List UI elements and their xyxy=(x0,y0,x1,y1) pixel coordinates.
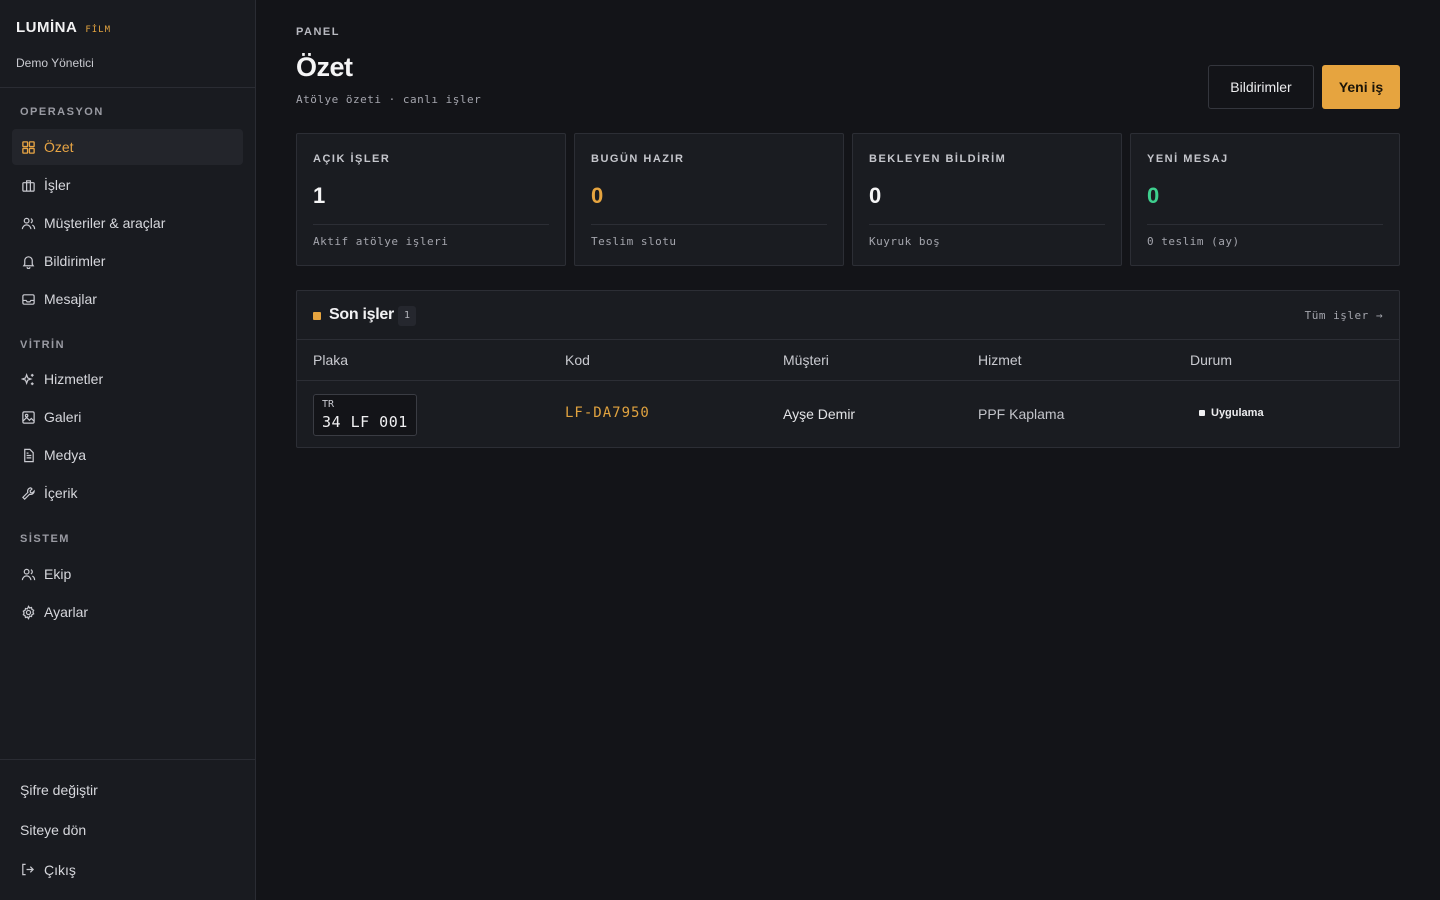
logout-button[interactable]: Çıkış xyxy=(12,854,243,886)
dashboard-icon xyxy=(20,139,36,155)
status-label: Uygulama xyxy=(1211,407,1264,419)
sidebar-item-hizmetler[interactable]: Hizmetler xyxy=(12,361,243,397)
stat-note: Teslim slotu xyxy=(591,235,677,248)
plate-country: TR xyxy=(322,399,335,410)
sidebar-item-label: Özet xyxy=(44,139,74,155)
stat-divider xyxy=(1147,224,1383,225)
sidebar-item-galeri[interactable]: Galeri xyxy=(12,399,243,435)
customer-name: Ayşe Demir xyxy=(783,406,856,422)
stat-label: YENİ MESAJ xyxy=(1147,153,1229,165)
users-icon xyxy=(20,215,36,231)
sidebar-item-isler[interactable]: İşler xyxy=(12,167,243,203)
user-name: Demo Yönetici xyxy=(16,56,94,70)
stat-label: BUGÜN HAZIR xyxy=(591,153,685,165)
job-code-link[interactable]: LF-DA7950 xyxy=(565,405,650,421)
stat-value: 0 xyxy=(591,183,604,208)
image-icon xyxy=(20,409,36,425)
section-label-operasyon: OPERASYON xyxy=(20,106,104,118)
column-header-code[interactable]: Kod xyxy=(565,352,590,368)
license-plate: TR 34 LF 001 xyxy=(313,394,417,436)
sidebar-item-musteriler[interactable]: Müşteriler & araçlar xyxy=(12,205,243,241)
sidebar-item-label: Ekip xyxy=(44,566,72,582)
section-label-sistem: SİSTEM xyxy=(20,533,70,545)
breadcrumb: PANEL xyxy=(296,26,340,38)
page-title: Özet xyxy=(296,52,353,82)
column-header-status[interactable]: Durum xyxy=(1190,352,1232,368)
sidebar-item-mesajlar[interactable]: Mesajlar xyxy=(12,281,243,317)
count-badge: 1 xyxy=(398,306,416,326)
stat-note: Aktif atölye işleri xyxy=(313,235,449,248)
stat-card-ready-today: BUGÜN HAZIR 0 Teslim slotu xyxy=(574,133,844,266)
column-header-service[interactable]: Hizmet xyxy=(978,352,1022,368)
table-row[interactable]: TR 34 LF 001 LF-DA7950 Ayşe Demir PPF Ka… xyxy=(297,381,1399,448)
sidebar-item-label: Bildirimler xyxy=(44,253,106,269)
logout-label: Çıkış xyxy=(44,862,76,878)
panel-header: Son işler 1 Tüm işler → xyxy=(297,291,1399,340)
inbox-icon xyxy=(20,291,36,307)
sidebar-item-label: İşler xyxy=(44,177,71,193)
team-icon xyxy=(20,566,36,582)
sidebar-item-icerik[interactable]: İçerik xyxy=(12,475,243,511)
logout-icon xyxy=(20,862,36,878)
sidebar-item-bildirimler[interactable]: Bildirimler xyxy=(12,243,243,279)
sidebar-item-label: Hizmetler xyxy=(44,371,104,387)
sparkle-icon xyxy=(20,371,36,387)
column-header-customer[interactable]: Müşteri xyxy=(783,352,829,368)
bell-icon xyxy=(20,253,36,269)
sidebar-item-ozet[interactable]: Özet xyxy=(12,129,243,165)
sidebar: LUMİNA FİLM Demo Yönetici OPERASYON Özet… xyxy=(0,0,256,900)
stat-divider xyxy=(313,224,549,225)
status-badge: Uygulama xyxy=(1199,407,1264,419)
plate-number: 34 LF 001 xyxy=(322,413,408,431)
stat-value: 0 xyxy=(869,183,882,208)
page-subtitle: Atölye özeti · canlı işler xyxy=(296,93,482,106)
sidebar-item-ekip[interactable]: Ekip xyxy=(12,556,243,592)
change-password-label: Şifre değiştir xyxy=(20,782,98,798)
back-to-site-label: Siteye dön xyxy=(20,822,87,838)
sidebar-divider xyxy=(0,87,255,88)
sidebar-item-label: İçerik xyxy=(44,485,78,501)
back-to-site-link[interactable]: Siteye dön xyxy=(12,814,243,846)
stat-card-new-messages: YENİ MESAJ 0 0 teslim (ay) xyxy=(1130,133,1400,266)
table-header: Plaka Kod Müşteri Hizmet Durum xyxy=(297,340,1399,381)
sidebar-item-label: Ayarlar xyxy=(44,604,89,620)
file-icon xyxy=(20,447,36,463)
new-job-button[interactable]: Yeni iş xyxy=(1322,65,1400,109)
notifications-button[interactable]: Bildirimler xyxy=(1208,65,1314,109)
briefcase-icon xyxy=(20,177,36,193)
change-password-link[interactable]: Şifre değiştir xyxy=(12,774,243,806)
stat-card-open-jobs: AÇIK İŞLER 1 Aktif atölye işleri xyxy=(296,133,566,266)
sidebar-item-label: Müşteriler & araçlar xyxy=(44,215,166,231)
stat-label: BEKLEYEN BİLDİRİM xyxy=(869,153,1007,165)
sidebar-item-medya[interactable]: Medya xyxy=(12,437,243,473)
column-header-plate[interactable]: Plaka xyxy=(313,352,348,368)
sidebar-item-label: Medya xyxy=(44,447,87,463)
stat-divider xyxy=(869,224,1105,225)
service-name: PPF Kaplama xyxy=(978,406,1065,422)
stat-label: AÇIK İŞLER xyxy=(313,153,391,165)
sidebar-item-label: Galeri xyxy=(44,409,82,425)
stat-divider xyxy=(591,224,827,225)
panel-title: Son işler xyxy=(329,306,394,323)
all-jobs-link[interactable]: Tüm işler → xyxy=(1305,309,1383,322)
status-dot xyxy=(1199,410,1205,416)
stat-note: Kuyruk boş xyxy=(869,235,941,248)
brand-name: LUMİNA xyxy=(16,19,78,36)
wrench-icon xyxy=(20,485,36,501)
stat-value: 1 xyxy=(313,183,326,208)
brand-tag: FİLM xyxy=(85,25,112,35)
panel-accent-dot xyxy=(313,312,321,320)
sidebar-item-ayarlar[interactable]: Ayarlar xyxy=(12,594,243,630)
sidebar-footer-divider xyxy=(0,759,255,760)
sidebar-item-label: Mesajlar xyxy=(44,291,97,307)
stat-value: 0 xyxy=(1147,183,1160,208)
stat-note: 0 teslim (ay) xyxy=(1147,235,1240,248)
gear-icon xyxy=(20,604,36,620)
stat-card-pending-notifications: BEKLEYEN BİLDİRİM 0 Kuyruk boş xyxy=(852,133,1122,266)
recent-jobs-panel: Son işler 1 Tüm işler → Plaka Kod Müşter… xyxy=(296,290,1400,448)
brand-logo[interactable]: LUMİNA FİLM xyxy=(16,19,111,36)
section-label-vitrin: VİTRİN xyxy=(20,339,66,351)
